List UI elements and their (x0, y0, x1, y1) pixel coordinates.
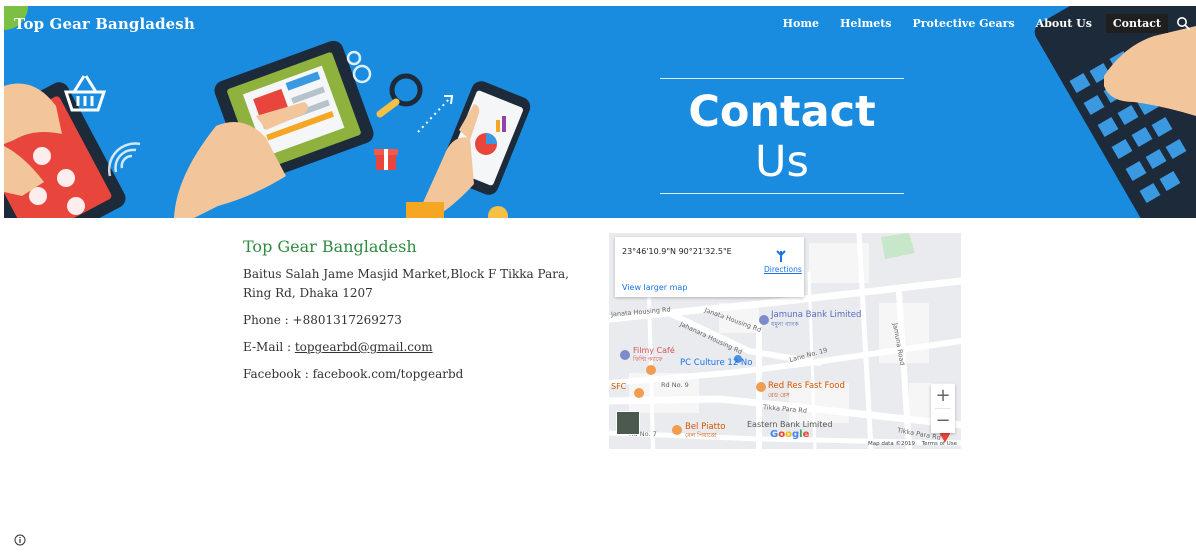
map-footer: Map data ©2019 Terms of Use (863, 441, 957, 447)
contact-heading: Top Gear Bangladesh (243, 237, 417, 256)
place-sublabel: রেড রেস (768, 392, 790, 399)
place-sublabel: যমুনা ব্যাংক (771, 321, 799, 328)
search-icon[interactable] (1176, 16, 1190, 30)
nav-home[interactable]: Home (783, 14, 819, 33)
place-label[interactable]: SFC (611, 383, 626, 391)
nav-contact[interactable]: Contact (1105, 14, 1168, 33)
magnifier-illustration (376, 73, 423, 118)
phone-text: Phone : +8801317269273 (243, 313, 402, 327)
zoom-in-button[interactable]: + (931, 384, 955, 408)
tablet-illustration-left (4, 82, 126, 218)
contact-info: Top Gear Bangladesh Baitus Salah Jame Ma… (243, 237, 583, 392)
hero-banner: Top Gear Bangladesh Home Helmets Protect… (4, 6, 1196, 218)
gift-illustration (374, 149, 398, 170)
satellite-thumbnail[interactable] (616, 411, 640, 435)
zoom-out-button[interactable]: − (931, 409, 955, 433)
google-logo: Google (770, 429, 810, 440)
place-sublabel: ফিল্মি ক্যাফে (633, 356, 663, 363)
facebook-text: Facebook : facebook.com/topgearbd (243, 367, 464, 381)
nav-helmets[interactable]: Helmets (840, 14, 891, 33)
place-sublabel: বেল পিয়াত্তো (685, 432, 717, 439)
map-data-text: Map data ©2019 (867, 441, 915, 447)
nav-protective-gears[interactable]: Protective Gears (912, 14, 1014, 33)
hero-illustration (4, 6, 1196, 218)
email-link[interactable]: topgearbd@gmail.com (295, 340, 433, 354)
page-title-bold: Contact (688, 87, 876, 137)
directions-link[interactable]: Directions (764, 265, 802, 274)
site-title-link[interactable]: Top Gear Bangladesh (14, 15, 195, 33)
place-label[interactable]: Red Res Fast Food (768, 382, 845, 391)
nav-about-us[interactable]: About Us (1036, 14, 1092, 33)
zoom-controls: + − (931, 384, 955, 433)
page-title-light: Us (755, 137, 809, 187)
main-nav: Home Helmets Protective Gears About Us C… (762, 14, 1168, 33)
road-label: Rd No. 9 (661, 381, 689, 389)
page-title: Contact Us (660, 78, 904, 194)
place-label[interactable]: Eastern Bank Limited (747, 421, 832, 429)
map-info-card: 23°46'10.9"N 90°21'32.5"E Directions Vie… (615, 237, 804, 297)
email-line: E-Mail : topgearbd@gmail.com (243, 338, 583, 357)
place-label[interactable]: Jamuna Bank Limited (771, 311, 861, 320)
email-label: E-Mail : (243, 340, 295, 354)
info-icon[interactable] (14, 534, 26, 546)
basket-illustration (63, 75, 107, 112)
terms-link[interactable]: Terms of Use (922, 441, 957, 447)
place-label[interactable]: Filmy Café (633, 347, 675, 355)
address-text: Baitus Salah Jame Masjid Market,Block F … (243, 267, 569, 300)
embedded-map[interactable]: Janata Housing Rd Jahanara Housing Rd Ja… (609, 233, 961, 449)
view-larger-map-link[interactable]: View larger map (622, 283, 687, 292)
directions-icon[interactable] (774, 249, 788, 263)
tablet-illustration-center (174, 40, 374, 218)
place-label[interactable]: PC Culture 12 No (680, 359, 752, 368)
wifi-illustration (107, 142, 141, 177)
place-label[interactable]: Bel Piatto (685, 423, 726, 432)
keyboard-illustration (1034, 6, 1196, 218)
phone-illustration (406, 81, 531, 218)
map-coordinates: 23°46'10.9"N 90°21'32.5"E (622, 247, 732, 256)
